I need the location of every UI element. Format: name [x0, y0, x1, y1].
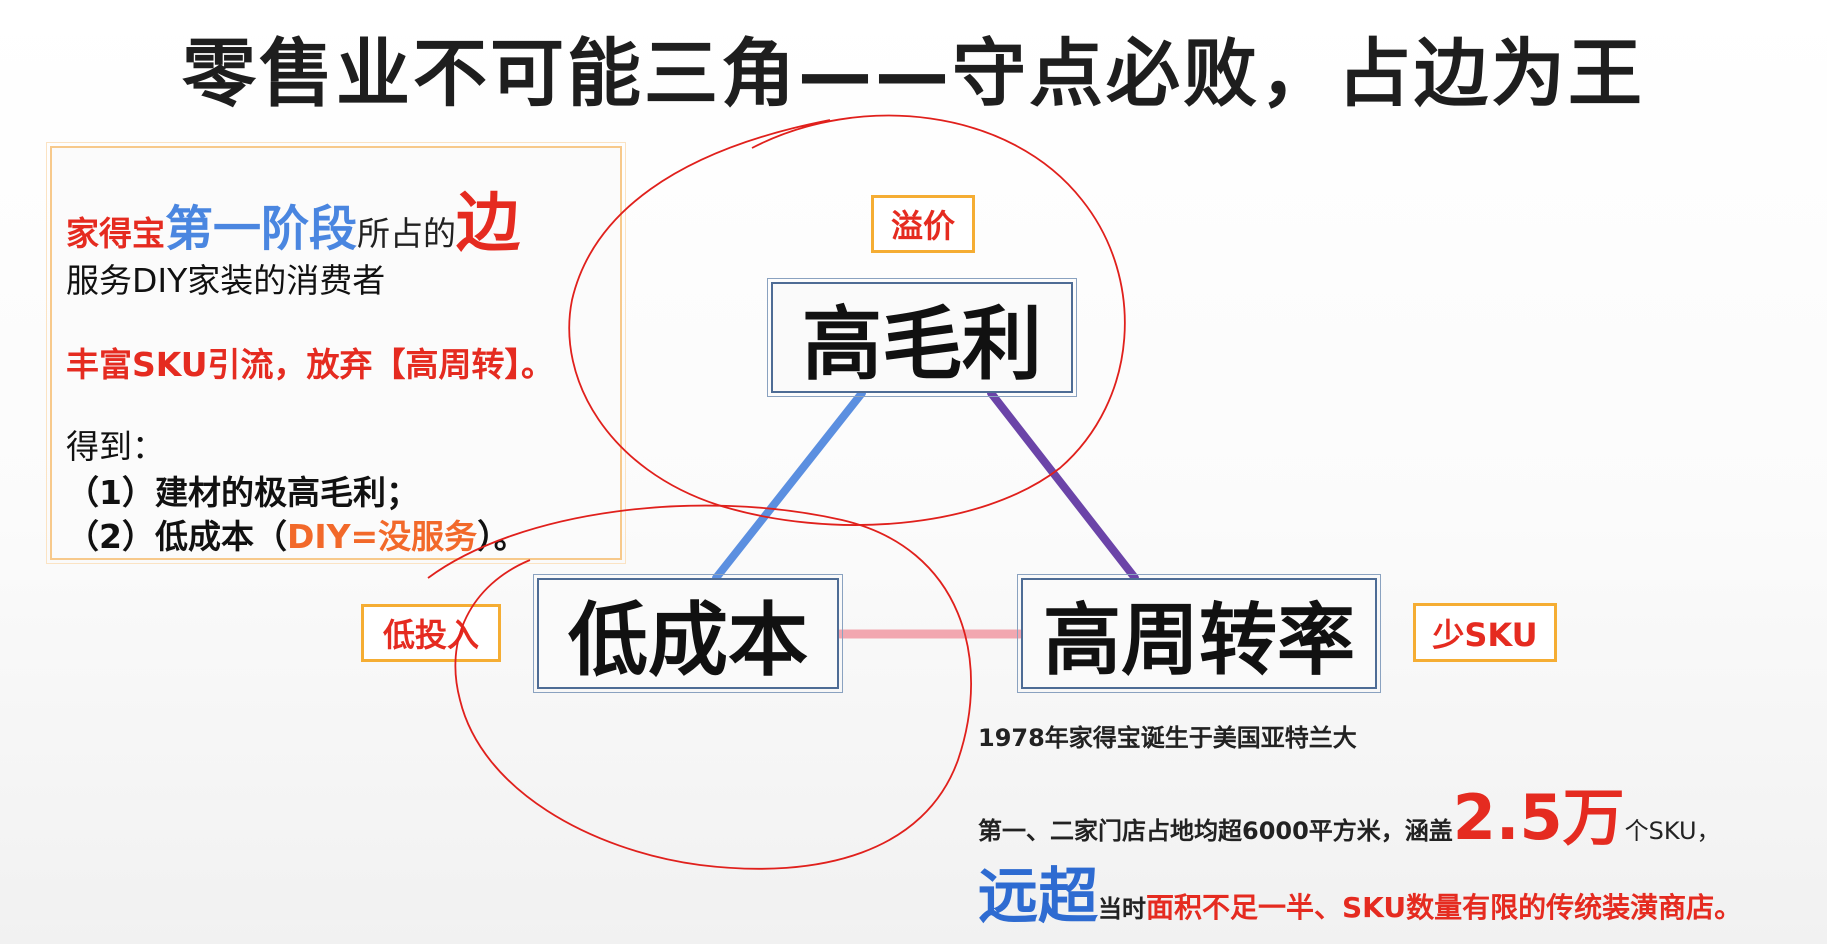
edge-left-line	[712, 389, 866, 582]
sku-count: 2.5万	[1452, 781, 1625, 854]
founding-note: 1978年家得宝诞生于美国亚特兰大	[978, 724, 1357, 752]
tag-low-investment: 低投入	[361, 604, 501, 662]
then-label: 当时	[1098, 895, 1146, 923]
node-high-turnover: 高周转率	[1017, 574, 1381, 693]
store-note-suffix: 个SKU，	[1624, 817, 1721, 845]
far-exceed-label: 远超	[978, 862, 1098, 932]
tag-premium: 溢价	[871, 195, 975, 253]
comparison-text: 面积不足一半、SKU数量有限的传统装潢商店。	[1146, 891, 1743, 924]
node-low-cost: 低成本	[533, 574, 843, 693]
store-note-prefix: 第一、二家门店占地均超6000平方米，涵盖	[978, 817, 1453, 845]
comparison-note: 远超当时面积不足一半、SKU数量有限的传统装潢商店。	[978, 862, 1742, 944]
node-high-margin: 高毛利	[767, 278, 1077, 397]
store-note: 第一、二家门店占地均超6000平方米，涵盖2.5万个SKU，	[978, 780, 1721, 869]
edge-right-line	[987, 389, 1139, 582]
tag-few-sku: 少SKU	[1413, 603, 1557, 662]
